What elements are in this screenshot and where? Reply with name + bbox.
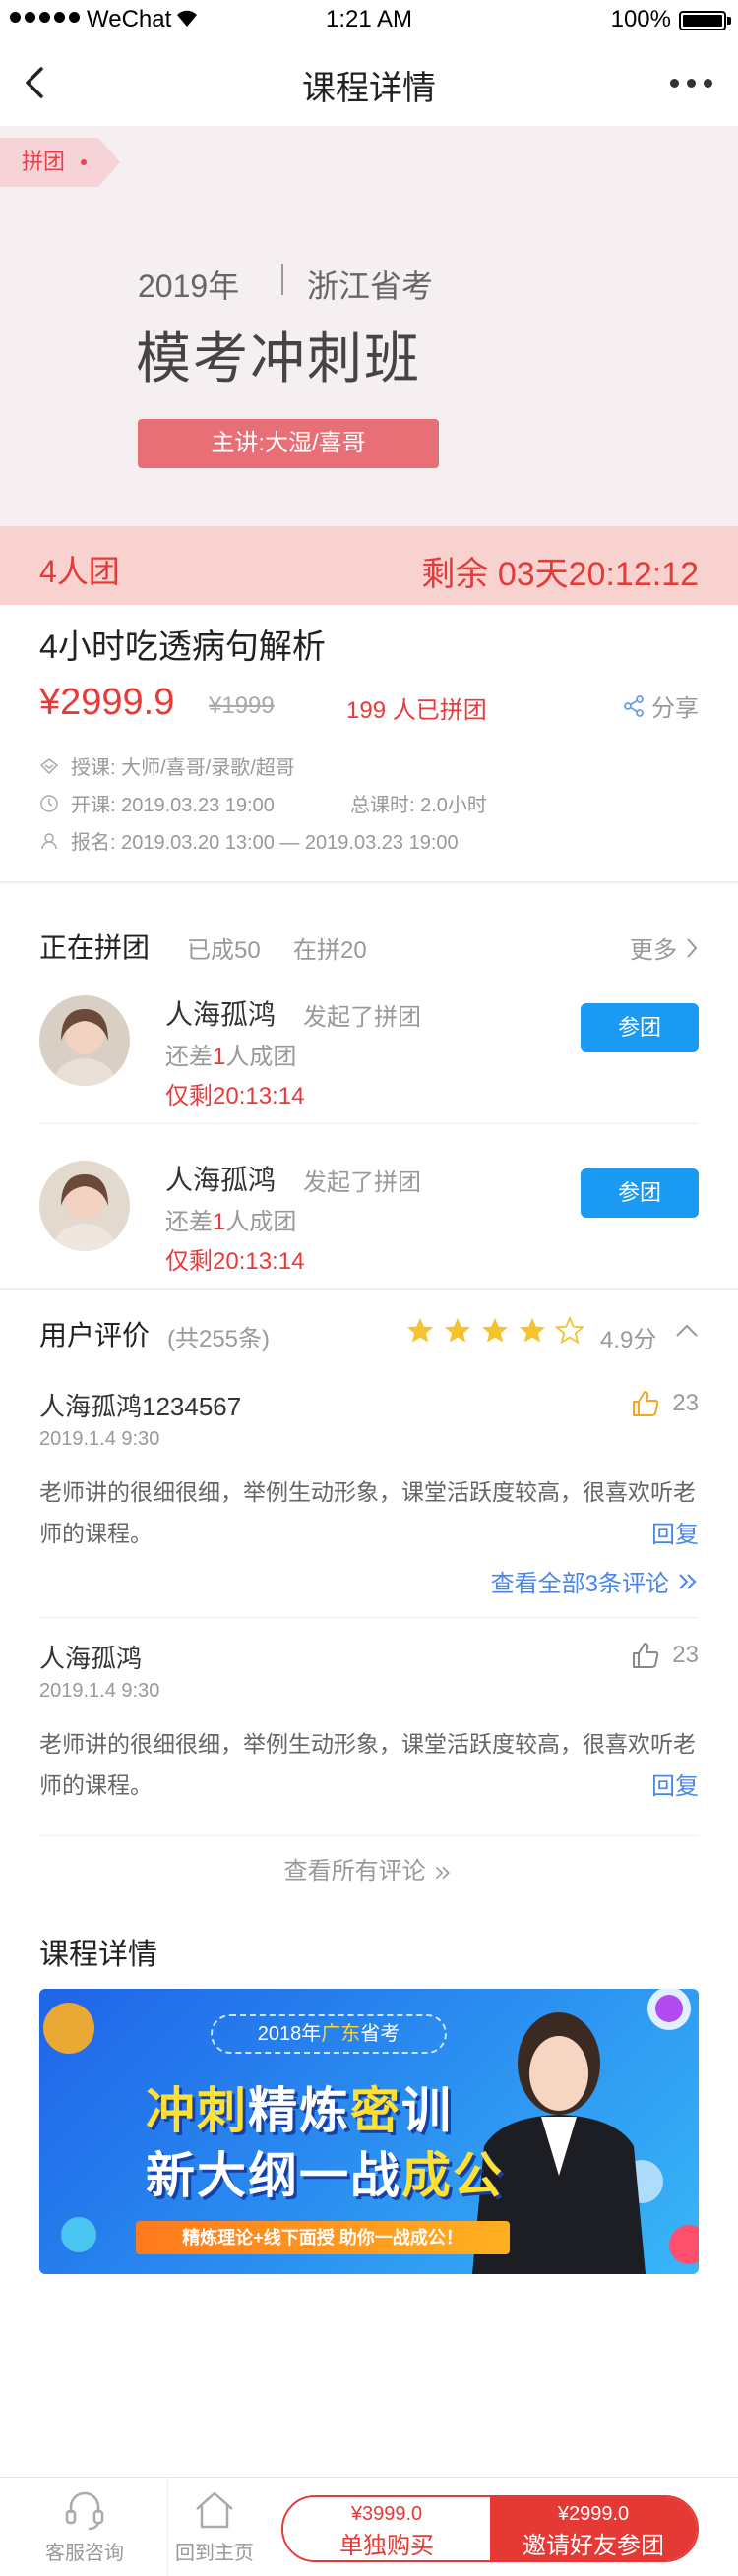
page-title: 课程详情 xyxy=(302,70,436,107)
group-price: ¥2999.9 xyxy=(39,682,175,723)
hero-exam: 浙江省考 xyxy=(307,269,434,304)
countdown: 剩余 03天20:12:12 xyxy=(421,556,699,593)
info-teachers: 授课: 大师/喜哥/录歌/超哥 xyxy=(39,751,295,780)
banner-headline-1: 冲刺精炼密训 xyxy=(146,2083,453,2138)
banner-tagline: 2018年广东省考 xyxy=(211,2014,447,2054)
user-icon xyxy=(41,832,57,849)
review-user: 人海孤鸿1234567 xyxy=(39,1392,242,1421)
avatar xyxy=(39,995,130,1086)
home-button[interactable]: 回到主页 xyxy=(155,2487,274,2565)
group-countdown-bar: 4人团 剩余 03天20:12:12 xyxy=(0,526,738,605)
star-filled-icon xyxy=(520,1318,545,1343)
review-body: 老师讲的很细很细，举例生动形象，课堂活跃度较高，很喜欢听老师的课程。 xyxy=(39,1479,696,1546)
course-banner: 2018年广东省考 冲刺精炼密训 新大纲一战成公 精炼理论+线下面授 助你一战成… xyxy=(39,1989,699,2274)
double-chevron-icon xyxy=(679,1573,697,1589)
share-icon xyxy=(624,694,644,717)
group-item: 人海孤鸿 发起了拼团 还差1人成团 仅剩20:13:14 参团 xyxy=(0,1139,738,1304)
star-empty-icon xyxy=(555,1316,584,1345)
course-hero: 拼团 2019年 浙江省考 模考冲刺班 主讲:大湿/喜哥 xyxy=(0,126,738,526)
review-date: 2019.1.4 9:30 xyxy=(39,1428,160,1450)
star-filled-icon xyxy=(482,1318,508,1343)
share-button[interactable]: 分享 xyxy=(622,689,699,723)
info-signup: 报名: 2019.03.20 13:00 — 2019.03.23 19:00 xyxy=(39,826,459,855)
info-total-hours: 总课时: 2.0小时 xyxy=(350,795,487,816)
rating-stars xyxy=(405,1316,584,1346)
headset-icon xyxy=(65,2491,104,2531)
group-item: 人海孤鸿 发起了拼团 还差1人成团 仅剩20:13:14 参团 xyxy=(0,974,738,1139)
thumbs-up-icon xyxy=(633,1391,659,1416)
like-button[interactable]: 23 xyxy=(631,1641,699,1670)
star-filled-icon xyxy=(407,1318,433,1343)
battery-percent: 100% xyxy=(610,6,671,32)
more-icon[interactable] xyxy=(670,79,712,88)
time-left: 仅剩20:13:14 xyxy=(165,1248,305,1275)
group-size: 4人团 xyxy=(39,554,120,589)
join-group-button[interactable]: 参团 xyxy=(581,1168,699,1218)
divider xyxy=(39,1835,699,1836)
initiator-action: 发起了拼团 xyxy=(303,1169,421,1196)
double-chevron-icon xyxy=(436,1866,451,1879)
buy-solo-button[interactable]: ¥3999.0 单独购买 xyxy=(283,2497,490,2560)
groups-title: 正在拼团 xyxy=(39,932,151,963)
initiator-name: 人海孤鸿 xyxy=(165,1165,277,1195)
hero-year: 2019年 xyxy=(138,269,240,304)
initiator-action: 发起了拼团 xyxy=(303,1004,421,1031)
star-filled-icon xyxy=(445,1318,470,1343)
reply-link[interactable]: 回复 xyxy=(651,1515,699,1549)
need-count: 还差1人成团 xyxy=(165,1044,297,1070)
divider xyxy=(39,1123,699,1124)
group-buy-badge: 拼团 xyxy=(0,138,121,187)
reviews-count: (共255条) xyxy=(167,1326,271,1352)
nav-bar: 课程详情 xyxy=(0,39,738,126)
review-body: 老师讲的很细很细，举例生动形象，课堂活跃度较高，很喜欢听老师的课程。 xyxy=(39,1731,696,1798)
invite-group-button[interactable]: ¥2999.0 邀请好友参团 xyxy=(490,2497,697,2560)
initiator-name: 人海孤鸿 xyxy=(165,999,277,1030)
groups-ongoing: 在拼20 xyxy=(293,937,367,964)
groups-done: 已成50 xyxy=(187,937,261,964)
banner-headline-2: 新大纲一战成公 xyxy=(146,2148,504,2203)
joined-count: 199 人已拼团 xyxy=(346,697,487,724)
need-count: 还差1人成团 xyxy=(165,1209,297,1235)
review-item: 人海孤鸿1234567 2019.1.4 9:30 23 老师讲的很细很细，举例… xyxy=(39,1387,699,1584)
time-left: 仅剩20:13:14 xyxy=(165,1083,305,1109)
chevron-right-icon xyxy=(687,937,698,958)
info-start: 开课: 2019.03.23 19:00 xyxy=(39,789,275,817)
details-title: 课程详情 xyxy=(39,1939,157,1971)
join-group-button[interactable]: 参团 xyxy=(581,1003,699,1052)
home-icon xyxy=(196,2491,233,2529)
buy-buttons: ¥3999.0 单独购买 ¥2999.0 邀请好友参团 xyxy=(281,2495,699,2562)
review-user: 人海孤鸿 xyxy=(39,1644,143,1673)
avatar xyxy=(39,1161,130,1251)
divider xyxy=(39,1617,699,1618)
banner-strip: 精炼理论+线下面授 助你一战成公！ xyxy=(136,2221,510,2254)
status-bar: WeChat 1:21 AM 100% xyxy=(0,0,738,39)
reply-link[interactable]: 回复 xyxy=(651,1767,699,1801)
review-date: 2019.1.4 9:30 xyxy=(39,1680,160,1702)
divider xyxy=(0,1288,738,1290)
customer-service-button[interactable]: 客服咨询 xyxy=(26,2487,144,2565)
separator xyxy=(281,264,283,295)
view-thread-link[interactable]: 查看全部3条评论 xyxy=(491,1564,699,1598)
hero-course-name: 模考冲刺班 xyxy=(136,328,421,389)
view-all-reviews-link[interactable]: 查看所有评论 xyxy=(0,1851,738,1886)
course-title: 4小时吃透病句解析 xyxy=(39,629,326,666)
rating-score: 4.9分 xyxy=(600,1327,657,1353)
reviews-title: 用户评价 xyxy=(39,1320,151,1350)
review-item: 人海孤鸿 2019.1.4 9:30 23 老师讲的很细很细，举例生动形象，课堂… xyxy=(39,1639,699,1826)
original-price: ¥1999 xyxy=(209,692,275,719)
divider xyxy=(0,881,738,883)
bottom-action-bar: 客服咨询 回到主页 ¥3999.0 单独购买 ¥2999.0 邀请好友参团 xyxy=(0,2477,738,2576)
like-button[interactable]: 23 xyxy=(631,1389,699,1418)
teacher-icon xyxy=(39,757,59,774)
clock-icon xyxy=(40,794,58,812)
battery-icon xyxy=(679,11,726,30)
thumbs-up-icon xyxy=(633,1643,659,1668)
chevron-up-icon[interactable] xyxy=(675,1322,699,1338)
hero-lecturer: 主讲:大湿/喜哥 xyxy=(138,419,439,468)
groups-more-link[interactable]: 更多 xyxy=(630,930,699,965)
